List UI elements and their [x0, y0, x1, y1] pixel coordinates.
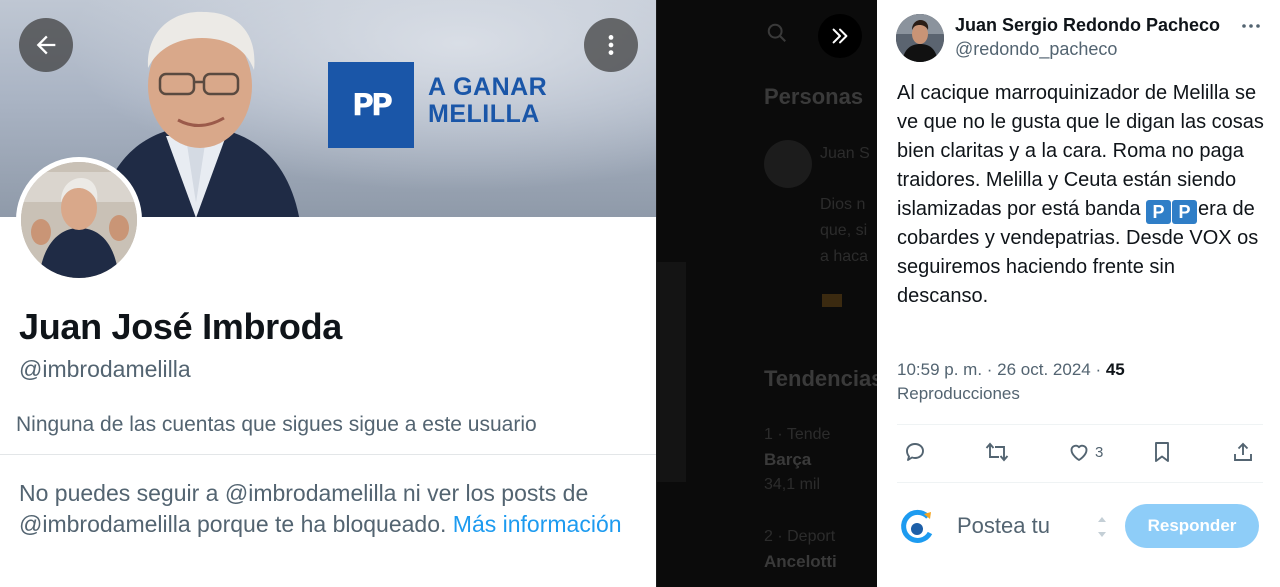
profile-panel: PP A GANAR MELILLA Juan José Imbroda @im… — [0, 0, 656, 587]
background-flag-icon — [822, 294, 842, 307]
reply-composer-input[interactable]: Postea tu — [957, 513, 1050, 539]
profile-handle: @imbrodamelilla — [19, 356, 191, 382]
reply-action[interactable] — [903, 440, 927, 464]
tweet-author-handle[interactable]: @redondo_pacheco — [955, 39, 1117, 60]
divider — [897, 482, 1263, 483]
profile-avatar[interactable] — [16, 157, 142, 283]
background-bio-line: Dios n — [820, 196, 866, 213]
background-trend-count: 34,1 mil — [764, 476, 821, 493]
share-icon — [1234, 442, 1252, 461]
reply-icon — [906, 443, 924, 461]
background-avatar — [764, 140, 812, 188]
bookmark-icon — [1155, 442, 1169, 462]
arrow-left-icon — [36, 35, 56, 55]
banner-slogan-line1: A GANAR — [428, 73, 548, 101]
background-user-line: Juan S — [820, 145, 870, 162]
tweet-author-name[interactable]: Juan Sergio Redondo Pacheco — [955, 15, 1220, 36]
background-sidebar: Personas Juan S Dios n que, si a haca Te… — [656, 0, 877, 587]
reply-button[interactable]: Responder — [1125, 504, 1259, 548]
background-trend-meta2: 2 · Deport — [764, 528, 836, 545]
followers-you-know-note: Ninguna de las cuentas que sigues sigue … — [16, 413, 537, 436]
horizontal-dots-icon[interactable] — [1239, 14, 1263, 38]
tweet-views-label: Reproducciones — [897, 384, 1020, 403]
profile-display-name: Juan José Imbroda — [19, 306, 342, 347]
avatar-photo — [21, 162, 137, 278]
background-heading-people: Personas — [764, 84, 864, 109]
vertical-dots-icon — [608, 35, 614, 55]
background-trend-meta: 1 · Tende — [764, 426, 831, 443]
back-button[interactable] — [19, 18, 73, 72]
collapse-panel-button[interactable] — [818, 14, 862, 58]
like-count: 3 — [1095, 443, 1104, 461]
letter-p-emoji: P — [1172, 200, 1198, 224]
tweet-author-avatar[interactable] — [896, 14, 944, 62]
like-action[interactable]: 3 — [1067, 440, 1103, 464]
tweet-time[interactable]: 10:59 p. m. · 26 oct. 2024 · — [897, 360, 1106, 379]
background-bio-line2: que, si — [820, 222, 868, 239]
divider — [897, 424, 1263, 425]
background-heading-trends: Tendencias — [764, 366, 877, 391]
search-icon — [767, 23, 786, 42]
divider — [0, 454, 656, 455]
background-divider — [656, 0, 657, 587]
tweet-text: Al cacique marroquinizador de Melilla se… — [897, 79, 1267, 311]
banner-slogan: A GANAR MELILLA — [428, 74, 547, 128]
more-options-button[interactable] — [584, 18, 638, 72]
heart-icon — [1070, 444, 1088, 461]
tweet-timestamp[interactable]: 10:59 p. m. · 26 oct. 2024 · 45 — [897, 360, 1125, 380]
repost-action[interactable] — [984, 440, 1010, 464]
tweet-views-count: 45 — [1105, 360, 1125, 379]
repost-icon — [985, 442, 1009, 462]
pp-logo: PP — [328, 62, 414, 148]
background-trend-1: Barça — [764, 450, 812, 469]
bookmark-action[interactable] — [1150, 440, 1174, 464]
tweet-panel: Juan Sergio Redondo Pacheco @redondo_pac… — [877, 0, 1280, 587]
background-card — [656, 262, 686, 482]
user-avatar-logo-icon — [898, 507, 938, 547]
background-trend-2: Ancelotti — [764, 552, 837, 571]
banner-slogan-line2: MELILLA — [428, 100, 540, 128]
share-action[interactable] — [1231, 440, 1255, 464]
more-info-link[interactable]: Más información — [453, 511, 622, 537]
author-photo — [896, 14, 944, 62]
blocked-notice: No puedes seguir a @imbrodamelilla ni ve… — [19, 478, 639, 540]
letter-p-emoji: P — [1146, 200, 1172, 224]
pp-logo-text: PP — [352, 87, 393, 123]
scroll-arrows-icon — [1098, 517, 1106, 537]
background-bio-line3: a haca — [820, 248, 869, 265]
double-chevron-right-icon — [832, 28, 848, 44]
